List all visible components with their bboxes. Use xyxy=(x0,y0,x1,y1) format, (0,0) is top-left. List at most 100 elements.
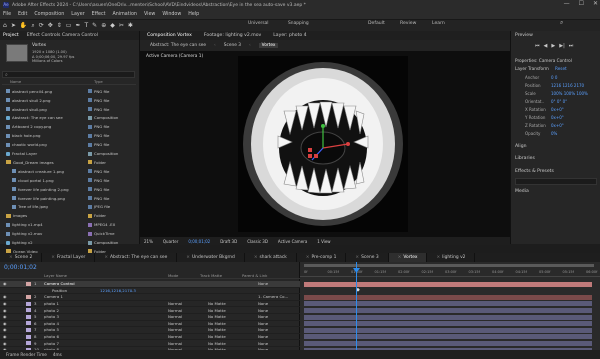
maximize-button[interactable]: ☐ xyxy=(579,0,584,7)
parent-dropdown[interactable]: None xyxy=(258,308,268,313)
snapping-toggle[interactable]: Snapping xyxy=(288,21,309,26)
tab-timeline-comp[interactable]: × shark attack xyxy=(245,253,297,262)
eye-icon[interactable]: ◉ xyxy=(3,341,7,346)
label-color-swatch[interactable] xyxy=(26,294,31,299)
list-item[interactable]: abstract creature 1.png PNG file xyxy=(2,167,136,176)
layer-name[interactable]: photo 7 xyxy=(44,341,59,346)
eye-icon[interactable]: ◉ xyxy=(3,308,7,313)
blend-mode-dropdown[interactable]: Normal xyxy=(168,308,182,313)
parent-dropdown[interactable]: None xyxy=(258,321,268,326)
property-value[interactable]: 100% 100% 100% xyxy=(551,91,588,96)
layer-row[interactable]: ◉ 1 Camera Control None xyxy=(0,281,300,288)
comp-canvas[interactable] xyxy=(238,56,408,232)
label-color-swatch[interactable] xyxy=(26,308,31,313)
list-item[interactable]: forever life painting.png PNG file xyxy=(2,194,136,203)
tab-timeline-comp[interactable]: × Fractal Layer xyxy=(42,253,96,262)
close-icon[interactable]: × xyxy=(398,255,402,260)
effects-search-input[interactable] xyxy=(515,178,597,185)
align-panel-title[interactable]: Align xyxy=(515,144,527,149)
eye-icon[interactable]: ◉ xyxy=(3,334,7,339)
menu-file[interactable]: File xyxy=(3,12,11,17)
label-color-swatch[interactable] xyxy=(26,281,31,286)
breadcrumb-item[interactable]: Abstract: The eye can see xyxy=(150,43,206,48)
parent-dropdown[interactable]: None xyxy=(258,327,268,332)
eraser-tool-icon[interactable]: ◆ xyxy=(110,22,115,29)
tab-timeline-comp[interactable]: × Scene 2 xyxy=(0,253,43,262)
zoom-dropdown[interactable]: 21% xyxy=(144,239,153,244)
layer-row[interactable]: ◉ 5 photo 3 Normal No Matte None xyxy=(0,314,300,321)
last-frame-icon[interactable]: ⏭ xyxy=(569,43,574,49)
tab-timeline-comp[interactable]: × lighting v2 xyxy=(427,253,476,262)
layer-duration-bar[interactable] xyxy=(304,307,592,313)
label-color-swatch[interactable] xyxy=(88,178,92,183)
close-icon[interactable]: × xyxy=(186,255,190,260)
tab-layer[interactable]: Layer: photo 4 xyxy=(273,33,306,38)
parent-dropdown[interactable]: None xyxy=(258,341,268,346)
current-time-display[interactable]: 0;00;01;02 xyxy=(188,239,210,244)
layer-duration-bar[interactable] xyxy=(304,301,592,307)
label-color-swatch[interactable] xyxy=(88,124,92,129)
track-matte-dropdown[interactable]: No Matte xyxy=(208,314,226,319)
label-color-swatch[interactable] xyxy=(88,187,92,192)
brush-tool-icon[interactable]: ✎ xyxy=(92,22,97,29)
close-icon[interactable]: × xyxy=(9,255,13,260)
time-ruler[interactable]: 0f00:15f01:00f01:15f02:00f02:15f03:00f03… xyxy=(300,269,600,277)
close-icon[interactable]: × xyxy=(436,255,440,260)
layer-name[interactable]: photo 3 xyxy=(44,314,59,319)
column-parent[interactable]: Parent & Link xyxy=(242,273,267,278)
project-search-input[interactable]: ⌕ xyxy=(2,71,135,78)
renderer-dropdown[interactable]: Classic 3D xyxy=(247,239,268,244)
pan-tool-icon[interactable]: ✥ xyxy=(48,22,53,29)
label-color-swatch[interactable] xyxy=(88,160,92,165)
list-item[interactable]: Abstract: The eye can see Composition xyxy=(2,114,136,123)
layer-name[interactable]: photo 4 xyxy=(44,321,59,326)
tab-timeline-comp[interactable]: × Abstract: The eye can see xyxy=(95,253,178,262)
label-color-swatch[interactable] xyxy=(88,142,92,147)
column-name[interactable]: Name xyxy=(10,79,21,84)
blend-mode-dropdown[interactable]: Normal xyxy=(168,321,182,326)
tab-timeline-comp[interactable]: × Pre-comp 1 xyxy=(297,253,347,262)
list-item[interactable]: lighting v1.mp4 MPEG4 .EX xyxy=(2,221,136,230)
workspace-learn[interactable]: Learn xyxy=(432,21,445,26)
list-item[interactable]: Tree of life.jpeg JPEG file xyxy=(2,203,136,212)
track-matte-dropdown[interactable]: No Matte xyxy=(208,301,226,306)
list-item[interactable]: abstract skull.png PNG file xyxy=(2,105,136,114)
tab-timeline-comp[interactable]: × Vortex xyxy=(388,253,428,262)
clone-tool-icon[interactable]: ⊕ xyxy=(101,22,106,29)
property-value[interactable]: 0x+0° xyxy=(551,123,564,128)
work-area-bar[interactable] xyxy=(304,264,594,267)
play-icon[interactable]: ▶ xyxy=(551,43,555,49)
position-value[interactable]: 1216,1216,2170.3 xyxy=(100,288,136,293)
label-color-swatch[interactable] xyxy=(88,169,92,174)
layer-row[interactable]: ◉ 3 photo 1 Normal No Matte None xyxy=(0,301,300,308)
list-item[interactable]: cloud portal 1.png PNG file xyxy=(2,176,136,185)
layer-row[interactable]: ◉ 8 photo 6 Normal No Matte None xyxy=(0,334,300,341)
draft-3d-toggle[interactable]: Draft 3D xyxy=(220,239,237,244)
list-item[interactable]: chaotic world.png PNG file xyxy=(2,140,136,149)
orbit-tool-icon[interactable]: ⟳ xyxy=(39,22,44,29)
roto-tool-icon[interactable]: ✂ xyxy=(119,22,124,29)
libraries-panel-title[interactable]: Libraries xyxy=(515,156,535,161)
label-color-swatch[interactable] xyxy=(88,89,92,94)
blend-mode-dropdown[interactable]: Normal xyxy=(168,341,182,346)
prev-frame-icon[interactable]: ◀ xyxy=(544,43,548,49)
column-mode[interactable]: Mode xyxy=(168,273,178,278)
layer-row[interactable]: ◉ 9 photo 7 Normal No Matte None xyxy=(0,340,300,347)
eye-icon[interactable]: ◉ xyxy=(3,314,7,319)
label-color-swatch[interactable] xyxy=(88,133,92,138)
layer-name[interactable]: photo 6 xyxy=(44,334,59,339)
label-color-swatch[interactable] xyxy=(88,222,92,227)
menu-help[interactable]: Help xyxy=(188,12,199,17)
layer-duration-bar[interactable] xyxy=(304,281,592,287)
label-color-swatch[interactable] xyxy=(88,196,92,201)
breadcrumb-item[interactable]: Scene 3 xyxy=(224,43,241,48)
zoom-tool-icon[interactable]: ⌕ xyxy=(31,22,34,30)
track-matte-dropdown[interactable]: No Matte xyxy=(208,308,226,313)
label-color-swatch[interactable] xyxy=(26,341,31,346)
label-color-swatch[interactable] xyxy=(88,204,92,209)
menu-window[interactable]: Window xyxy=(162,12,181,17)
property-value[interactable]: 0° 0° 0° xyxy=(551,99,567,104)
layer-name[interactable]: Camera Control xyxy=(44,281,75,286)
label-color-swatch[interactable] xyxy=(26,301,31,306)
list-item[interactable]: abstract skull 2.png PNG file xyxy=(2,96,136,105)
